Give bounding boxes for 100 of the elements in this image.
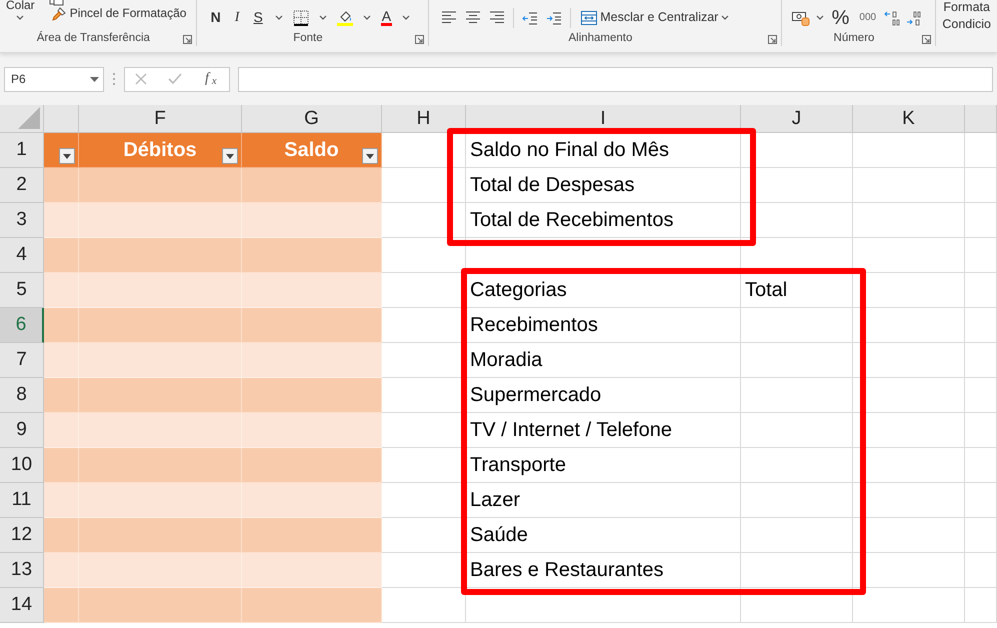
row-header[interactable]: 5	[0, 273, 44, 308]
table-cell: Lazer	[466, 483, 741, 518]
row-header[interactable]: 7	[0, 343, 44, 378]
dialog-launcher-icon[interactable]	[768, 34, 777, 44]
increase-decimal-icon[interactable]	[906, 10, 922, 26]
insert-function-button[interactable]: f$_{x}$	[203, 71, 219, 87]
table-cell	[965, 238, 997, 273]
table-cell: Recebimentos	[466, 308, 741, 343]
row-header[interactable]: 6	[0, 308, 44, 343]
align-center-icon[interactable]	[465, 10, 482, 26]
table-header: Débitos	[79, 133, 242, 168]
group-label: Área de Transferência	[36, 30, 151, 46]
table-cell	[44, 553, 79, 588]
caret-icon[interactable]	[16, 15, 24, 20]
font-color-button[interactable]: A	[380, 9, 392, 26]
table-cell	[44, 413, 79, 448]
caret-icon[interactable]	[318, 15, 327, 20]
table-cell	[965, 378, 997, 413]
filter-button[interactable]	[362, 148, 378, 164]
caret-icon[interactable]	[721, 15, 730, 20]
row-header[interactable]: 3	[0, 203, 44, 238]
row-header[interactable]: 1	[0, 133, 44, 168]
dropdown-caret-icon	[366, 154, 374, 158]
caret-icon[interactable]	[402, 15, 410, 20]
align-right-icon[interactable]	[489, 10, 506, 26]
table-cell: Saúde	[466, 518, 741, 553]
table-cell	[44, 343, 79, 378]
table-cell: Transporte	[466, 448, 741, 483]
fill-color-icon[interactable]	[336, 10, 353, 26]
table-cell	[44, 588, 79, 623]
table-cell	[965, 343, 997, 378]
row-header[interactable]: 2	[0, 168, 44, 203]
drag-handle-icon	[112, 72, 116, 86]
table-cell	[44, 273, 79, 308]
decrease-decimal-icon[interactable]	[884, 10, 900, 26]
row-header[interactable]: 13	[0, 553, 44, 588]
table-cell: Total	[741, 273, 853, 308]
table-cell: TV / Internet / Telefone	[466, 413, 741, 448]
borders-icon[interactable]	[292, 10, 309, 26]
row-header[interactable]: 14	[0, 588, 44, 623]
bold-button[interactable]: N	[208, 10, 223, 26]
table-header: Saldo	[242, 133, 382, 168]
group-label: Número	[832, 31, 876, 46]
row-header[interactable]: 9	[0, 413, 44, 448]
dropdown-caret-icon	[63, 154, 71, 158]
check-icon[interactable]	[168, 73, 182, 85]
row-header[interactable]: 8	[0, 378, 44, 413]
paintbrush-icon	[50, 6, 67, 22]
table-cell	[44, 378, 79, 413]
row-header[interactable]: 12	[0, 518, 44, 553]
decrease-indent-icon[interactable]	[522, 10, 538, 26]
dialog-launcher-icon[interactable]	[182, 34, 192, 44]
name-box[interactable]: P6	[4, 66, 104, 92]
thousands-separator-button[interactable]: 000	[857, 12, 878, 23]
conditional-formatting-button[interactable]: Formata Condicio	[940, 0, 993, 33]
dialog-launcher-icon[interactable]	[922, 34, 932, 44]
italic-button[interactable]: I	[232, 10, 242, 26]
table-cell: Categorias	[466, 273, 741, 308]
column-header[interactable]: H	[382, 105, 466, 133]
column-header[interactable]: J	[741, 105, 853, 133]
filter-button[interactable]	[222, 148, 238, 164]
table-cell	[965, 308, 997, 343]
row-header[interactable]: 11	[0, 483, 44, 518]
dialog-launcher-icon[interactable]	[415, 34, 424, 44]
table-cell: Saldo no Final do Mês	[466, 133, 741, 168]
percent-button[interactable]: %	[830, 6, 852, 28]
dropdown-caret-icon	[226, 154, 234, 158]
table-cell: Supermercado	[466, 378, 741, 413]
table-cell	[44, 168, 79, 203]
formula-input[interactable]	[238, 66, 993, 92]
table-cell	[965, 588, 997, 623]
row-header[interactable]: 10	[0, 448, 44, 483]
column-header[interactable]: G	[242, 105, 382, 133]
table-cell	[44, 203, 79, 238]
table-cell	[965, 448, 997, 483]
table-cell	[965, 133, 997, 168]
table-cell: Total de Recebimentos	[466, 203, 741, 238]
underline-button[interactable]: S	[251, 10, 265, 26]
paste-button[interactable]: Colar	[4, 0, 37, 20]
format-painter-button[interactable]: Pincel de Formatação	[48, 6, 188, 22]
table-cell	[44, 518, 79, 553]
filter-button[interactable]	[59, 148, 75, 164]
align-left-icon[interactable]	[441, 10, 458, 26]
caret-icon[interactable]	[362, 15, 371, 20]
merge-center-button[interactable]: Mesclar e Centralizar	[579, 10, 732, 24]
dropdown-caret-icon	[90, 76, 99, 82]
corner-triangle-icon	[18, 107, 40, 129]
group-label: Fonte	[292, 31, 324, 46]
table-cell	[965, 203, 997, 238]
merge-cells-icon	[581, 10, 598, 24]
table-cell	[965, 483, 997, 518]
currency-format-icon[interactable]	[792, 10, 810, 26]
column-header[interactable]: F	[79, 105, 242, 133]
row-header[interactable]: 4	[0, 238, 44, 273]
group-label: Alinhamento	[567, 31, 634, 46]
caret-icon[interactable]	[816, 15, 824, 20]
increase-indent-icon[interactable]	[546, 10, 562, 26]
caret-icon[interactable]	[274, 15, 283, 20]
column-header[interactable]: K	[853, 105, 965, 133]
table-cell	[965, 518, 997, 553]
